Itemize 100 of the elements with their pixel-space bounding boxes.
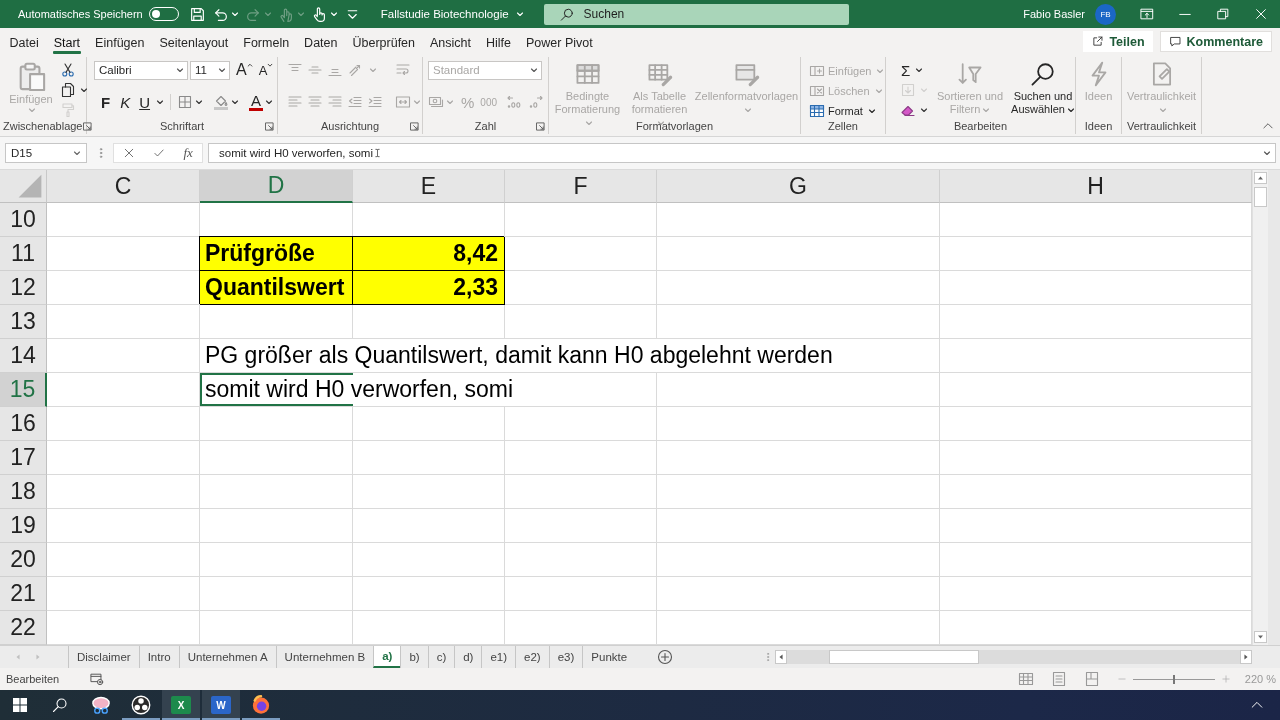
ribbon-display-icon[interactable] [1140, 7, 1154, 21]
table-cell[interactable] [353, 577, 505, 611]
table-cell[interactable] [505, 611, 657, 645]
scrollbar-track[interactable] [1252, 170, 1268, 645]
table-cell[interactable] [657, 611, 940, 645]
autosum-button[interactable]: Σ [900, 61, 912, 79]
table-cell[interactable] [657, 475, 940, 509]
table-cell[interactable] [47, 373, 200, 407]
decimal-increase-icon[interactable] [506, 94, 523, 110]
column-header[interactable]: F [505, 170, 657, 203]
italic-button[interactable]: K [115, 92, 136, 112]
font-color-button[interactable]: A [249, 93, 264, 111]
table-cell[interactable] [47, 203, 200, 237]
table-cell[interactable] [657, 407, 940, 441]
underline-button[interactable]: U [135, 92, 155, 112]
table-cell[interactable] [505, 543, 657, 577]
caret-icon[interactable] [156, 98, 165, 106]
table-cell[interactable] [657, 271, 940, 305]
table-cell[interactable]: 8,42 [353, 237, 505, 271]
caret-icon[interactable] [80, 86, 88, 94]
macro-record-icon[interactable] [89, 672, 106, 686]
table-cell[interactable] [200, 543, 353, 577]
document-title[interactable]: Fallstudie Biotechnologie [380, 8, 524, 20]
row-header[interactable]: 11 [0, 237, 47, 271]
font-name-field[interactable]: Calibri [94, 60, 188, 80]
table-cell[interactable] [353, 305, 505, 339]
table-cell[interactable] [940, 611, 1252, 645]
ribbon-tab[interactable]: Überprüfen [344, 30, 423, 55]
scissors-icon[interactable] [60, 62, 76, 78]
table-cell[interactable]: PG größer als Quantilswert, damit kann H0 abgelehnt werden [200, 339, 940, 373]
row-header[interactable]: 22 [0, 611, 47, 645]
table-cell[interactable]: Prüfgröße [200, 237, 353, 271]
table-cell[interactable] [353, 611, 505, 645]
user-avatar[interactable]: FB [1095, 3, 1116, 25]
ribbon-button[interactable]: Suchen und Auswählen [1008, 60, 1078, 116]
normal-view-icon[interactable] [1017, 671, 1034, 687]
dialog-launcher-icon[interactable] [82, 121, 92, 131]
scrollbar-thumb[interactable] [829, 650, 979, 664]
table-cell[interactable] [505, 305, 657, 339]
copy-icon[interactable] [60, 82, 76, 98]
row-header[interactable]: 18 [0, 475, 47, 509]
table-cell[interactable] [505, 509, 657, 543]
row-header[interactable]: 20 [0, 543, 47, 577]
table-cell[interactable] [200, 203, 353, 237]
table-cell[interactable] [353, 543, 505, 577]
table-cell[interactable] [657, 237, 940, 271]
triangle-left-icon[interactable] [775, 650, 787, 664]
dialog-launcher-icon[interactable] [265, 121, 274, 131]
banknote-icon[interactable] [428, 94, 444, 110]
table-cell[interactable] [47, 441, 200, 475]
table-cell[interactable] [47, 577, 200, 611]
table-cell[interactable] [353, 509, 505, 543]
table-cell[interactable] [47, 271, 200, 305]
triangle-down-icon[interactable] [1254, 631, 1267, 643]
close-icon[interactable] [1254, 7, 1268, 21]
ribbon-tab[interactable]: Ansicht [422, 30, 479, 55]
check-icon[interactable] [153, 147, 166, 159]
share-button[interactable]: Teilen [1083, 31, 1153, 52]
table-cell[interactable] [47, 509, 200, 543]
caret-icon[interactable] [231, 98, 240, 106]
table-cell[interactable] [940, 237, 1252, 271]
taskbar-app[interactable]: W [202, 690, 240, 720]
caret-icon[interactable] [329, 10, 338, 18]
table-cell[interactable] [200, 611, 353, 645]
ribbon-tab[interactable]: Daten [296, 30, 345, 55]
ribbon-button[interactable]: Format [809, 101, 885, 120]
bold-button[interactable]: F [96, 92, 116, 112]
table-cell[interactable] [940, 407, 1252, 441]
triangle-right-icon[interactable] [1240, 650, 1252, 664]
table-cell[interactable] [200, 509, 353, 543]
table-cell[interactable] [47, 339, 200, 373]
table-cell[interactable] [940, 271, 1252, 305]
grow-font-button[interactable]: A [233, 60, 256, 80]
column-header[interactable]: C [47, 170, 200, 203]
table-cell[interactable] [940, 475, 1252, 509]
caret-icon[interactable] [265, 98, 274, 106]
name-box[interactable]: D15 [5, 143, 87, 163]
row-header[interactable]: 17 [0, 441, 47, 475]
formula-field[interactable]: somit wird H0 verworfen, somi [208, 143, 1276, 163]
table-cell[interactable] [657, 543, 940, 577]
column-header[interactable]: H [940, 170, 1252, 203]
caret-icon[interactable] [920, 106, 928, 114]
table-cell[interactable] [657, 373, 940, 407]
table-cell[interactable] [940, 203, 1252, 237]
table-cell[interactable] [657, 441, 940, 475]
table-cell[interactable] [657, 305, 940, 339]
shrink-font-button[interactable]: A [255, 60, 277, 80]
table-cell[interactable] [200, 475, 353, 509]
table-cell[interactable] [505, 577, 657, 611]
start-icon[interactable] [12, 697, 28, 713]
triangle-up-icon[interactable] [1254, 172, 1267, 184]
table-cell[interactable] [505, 203, 657, 237]
table-cell[interactable] [657, 577, 940, 611]
table-cell[interactable] [657, 509, 940, 543]
column-header[interactable]: E [353, 170, 505, 203]
restore-icon[interactable] [1216, 7, 1230, 21]
row-header[interactable]: 19 [0, 509, 47, 543]
caret-icon[interactable] [230, 10, 239, 18]
table-cell[interactable]: somit wird H0 verworfen, somi [200, 373, 657, 407]
font-size-field[interactable]: 11 [190, 60, 230, 80]
